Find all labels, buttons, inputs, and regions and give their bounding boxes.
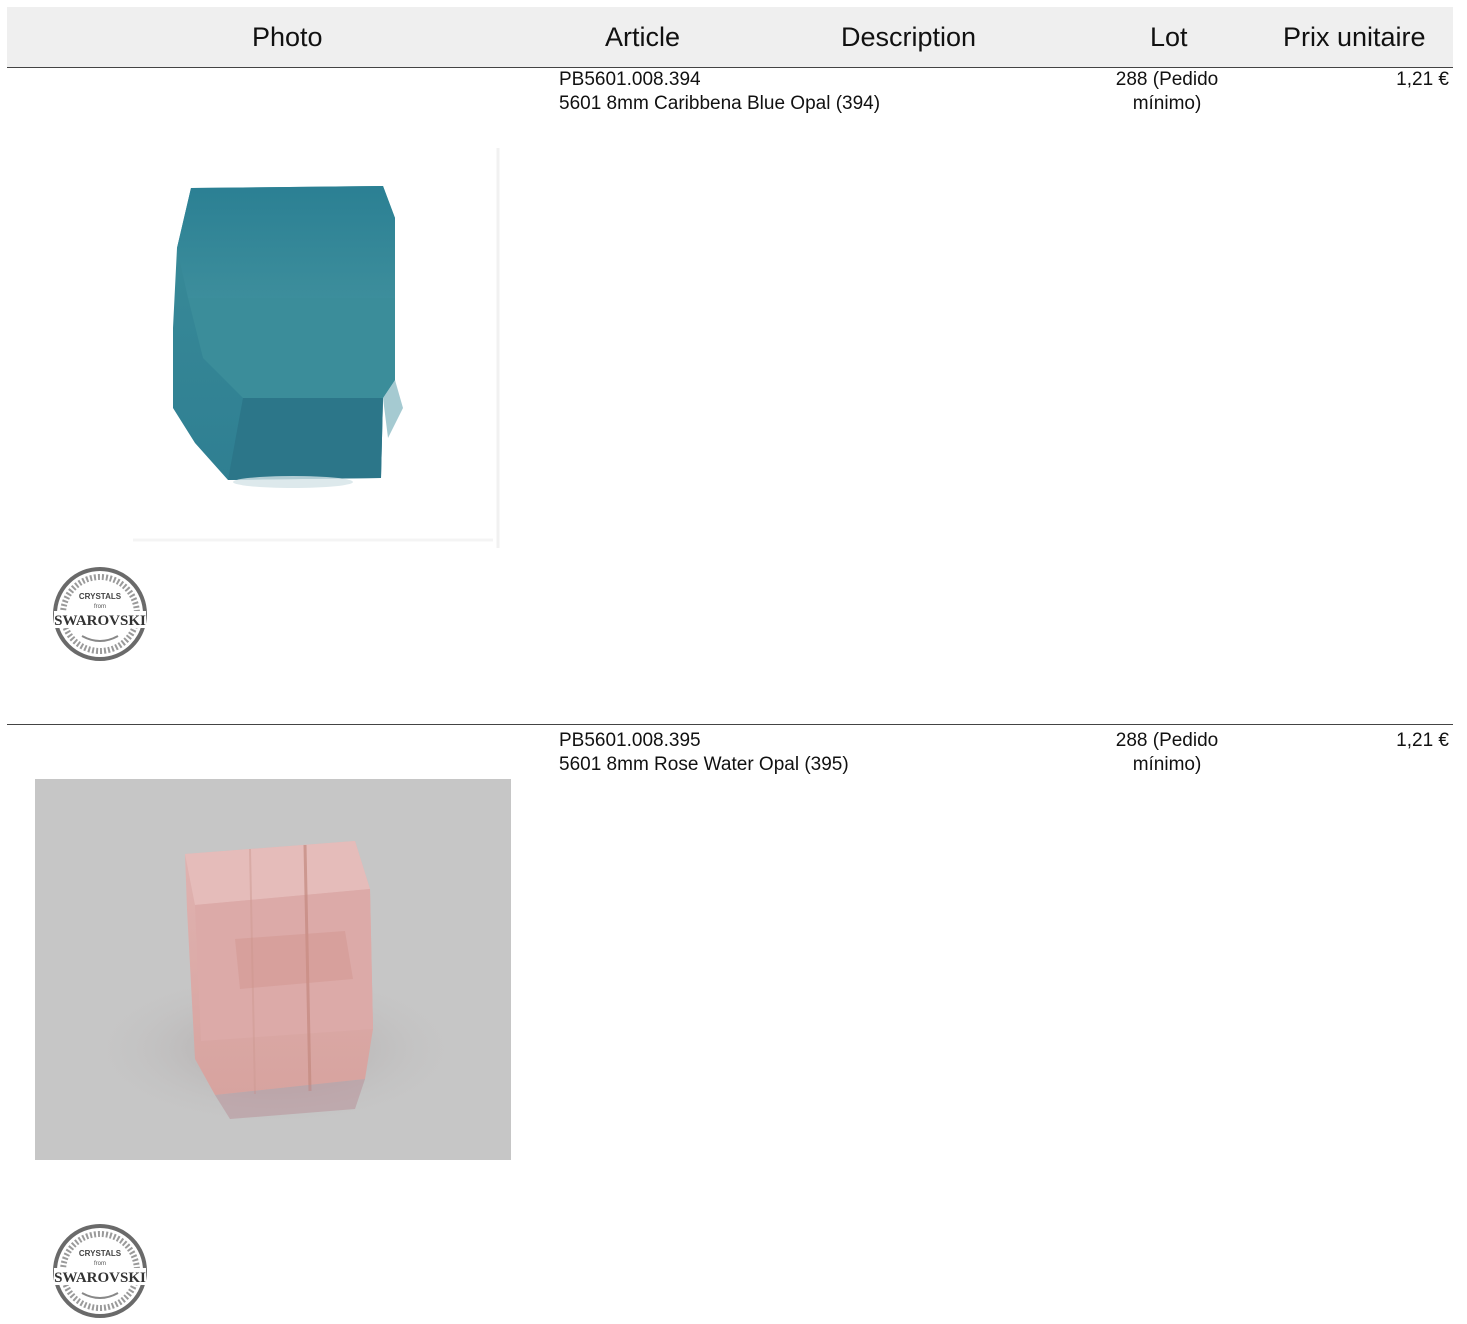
- swarovski-logo: CRYSTALS from SWAROVSKI: [52, 1223, 148, 1319]
- table-row: CRYSTALS from SWAROVSKI PB5601.008.395 5…: [7, 724, 1453, 1319]
- header-article: Article: [605, 22, 681, 52]
- unit-price: 1,21 €: [1396, 730, 1449, 751]
- logo-mid-text: from: [94, 1261, 106, 1267]
- lot-quantity: 288 (Pedido mínimo): [1115, 730, 1219, 775]
- article-description: 5601 8mm Rose Water Opal (395): [559, 754, 849, 775]
- swarovski-logo: CRYSTALS from SWAROVSKI: [52, 566, 148, 662]
- header-lot: Lot: [1150, 22, 1188, 52]
- product-photo: [35, 779, 511, 1160]
- logo-top-text: CRYSTALS: [79, 592, 122, 601]
- table-row: CRYSTALS from SWAROVSKI PB5601.008.394 5…: [7, 68, 1453, 724]
- header-photo: Photo: [252, 22, 323, 52]
- product-photo: [133, 108, 529, 558]
- logo-brand-text: SWAROVSKI: [54, 613, 146, 629]
- article-reference: PB5601.008.394: [559, 69, 701, 90]
- article-description: 5601 8mm Caribbena Blue Opal (394): [559, 93, 881, 114]
- header-description: Description: [841, 22, 977, 52]
- logo-mid-text: from: [94, 604, 106, 610]
- unit-price: 1,21 €: [1396, 69, 1449, 90]
- article-reference: PB5601.008.395: [559, 730, 701, 751]
- logo-brand-text: SWAROVSKI: [54, 1270, 146, 1286]
- logo-top-text: CRYSTALS: [79, 1249, 122, 1258]
- header-unit-price: Prix unitaire: [1283, 22, 1426, 52]
- table-header: Photo Article Description Lot Prix unita…: [7, 7, 1453, 68]
- lot-quantity: 288 (Pedido mínimo): [1115, 69, 1219, 114]
